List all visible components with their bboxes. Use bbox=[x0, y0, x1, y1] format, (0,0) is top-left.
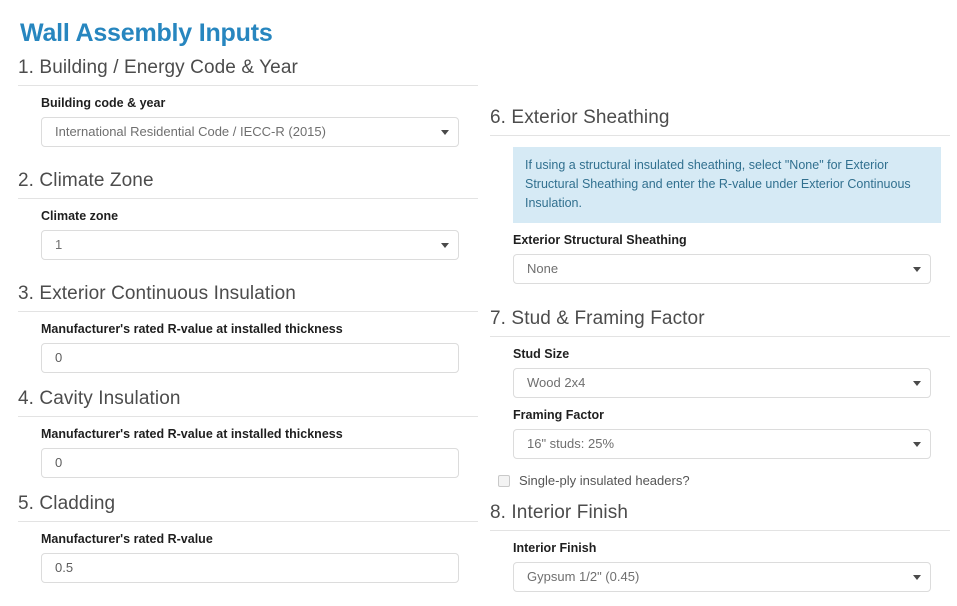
section-climate-zone: 2. Climate Zone Climate zone 1 bbox=[18, 169, 478, 260]
field-exterior-structural-sheathing: Exterior Structural Sheathing None bbox=[490, 223, 950, 284]
field-framing-factor: Framing Factor 16" studs: 25% bbox=[490, 398, 950, 459]
section-heading: 8. Interior Finish bbox=[490, 501, 950, 531]
page-title: Wall Assembly Inputs bbox=[20, 19, 273, 47]
single-ply-headers-label: Single-ply insulated headers? bbox=[519, 473, 690, 488]
section-cladding: 5. Cladding Manufacturer's rated R-value… bbox=[18, 492, 478, 583]
section-exterior-continuous-insulation: 3. Exterior Continuous Insulation Manufa… bbox=[18, 282, 478, 373]
field-climate-zone: Climate zone 1 bbox=[18, 199, 478, 260]
field-label: Interior Finish bbox=[513, 541, 597, 555]
field-label: Manufacturer's rated R-value at installe… bbox=[41, 427, 343, 441]
field-label: Manufacturer's rated R-value bbox=[41, 532, 213, 546]
framing-factor-select[interactable]: 16" studs: 25% bbox=[513, 429, 931, 459]
field-label: Framing Factor bbox=[513, 408, 604, 422]
single-ply-headers-checkbox-row[interactable]: Single-ply insulated headers? bbox=[490, 473, 950, 489]
field-label: Manufacturer's rated R-value at installe… bbox=[41, 322, 343, 336]
sheathing-info-alert: If using a structural insulated sheathin… bbox=[513, 147, 941, 223]
select-wrap: Gypsum 1/2" (0.45) bbox=[513, 562, 931, 592]
section-interior-finish: 8. Interior Finish Interior Finish Gypsu… bbox=[490, 501, 950, 592]
section-heading: 2. Climate Zone bbox=[18, 169, 478, 199]
cladding-rvalue-input[interactable]: 0.5 bbox=[41, 553, 459, 583]
building-code-year-select[interactable]: International Residential Code / IECC-R … bbox=[41, 117, 459, 147]
section-building-code: 1. Building / Energy Code & Year Buildin… bbox=[18, 56, 478, 147]
field-cavity-rvalue: Manufacturer's rated R-value at installe… bbox=[18, 417, 478, 478]
right-column: 6. Exterior Sheathing If using a structu… bbox=[490, 106, 950, 592]
cavity-rvalue-input[interactable]: 0 bbox=[41, 448, 459, 478]
select-wrap: 1 bbox=[41, 230, 459, 260]
field-stud-size: Stud Size Wood 2x4 bbox=[490, 337, 950, 398]
select-wrap: Wood 2x4 bbox=[513, 368, 931, 398]
exterior-structural-sheathing-select[interactable]: None bbox=[513, 254, 931, 284]
section-heading: 5. Cladding bbox=[18, 492, 478, 522]
climate-zone-select[interactable]: 1 bbox=[41, 230, 459, 260]
section-heading: 7. Stud & Framing Factor bbox=[490, 307, 950, 337]
section-heading: 1. Building / Energy Code & Year bbox=[18, 56, 478, 86]
section-heading: 3. Exterior Continuous Insulation bbox=[18, 282, 478, 312]
checkbox-icon[interactable] bbox=[498, 475, 510, 487]
left-column: 1. Building / Energy Code & Year Buildin… bbox=[18, 56, 478, 583]
field-label: Climate zone bbox=[41, 209, 119, 223]
field-exterior-ci-rvalue: Manufacturer's rated R-value at installe… bbox=[18, 312, 478, 373]
field-label: Stud Size bbox=[513, 347, 570, 361]
section-stud-framing-factor: 7. Stud & Framing Factor Stud Size Wood … bbox=[490, 307, 950, 489]
interior-finish-select[interactable]: Gypsum 1/2" (0.45) bbox=[513, 562, 931, 592]
section-heading: 6. Exterior Sheathing bbox=[490, 106, 950, 136]
section-heading: 4. Cavity Insulation bbox=[18, 387, 478, 417]
field-building-code-year: Building code & year International Resid… bbox=[18, 86, 478, 147]
select-wrap: None bbox=[513, 254, 931, 284]
section-exterior-sheathing: 6. Exterior Sheathing If using a structu… bbox=[490, 106, 950, 284]
section-cavity-insulation: 4. Cavity Insulation Manufacturer's rate… bbox=[18, 387, 478, 478]
field-cladding-rvalue: Manufacturer's rated R-value 0.5 bbox=[18, 522, 478, 583]
select-wrap: International Residential Code / IECC-R … bbox=[41, 117, 459, 147]
field-label: Building code & year bbox=[41, 96, 166, 110]
field-interior-finish: Interior Finish Gypsum 1/2" (0.45) bbox=[490, 531, 950, 592]
select-wrap: 16" studs: 25% bbox=[513, 429, 931, 459]
wall-assembly-inputs-page: Wall Assembly Inputs 1. Building / Energ… bbox=[0, 0, 957, 606]
stud-size-select[interactable]: Wood 2x4 bbox=[513, 368, 931, 398]
exterior-ci-rvalue-input[interactable]: 0 bbox=[41, 343, 459, 373]
field-label: Exterior Structural Sheathing bbox=[513, 233, 687, 247]
